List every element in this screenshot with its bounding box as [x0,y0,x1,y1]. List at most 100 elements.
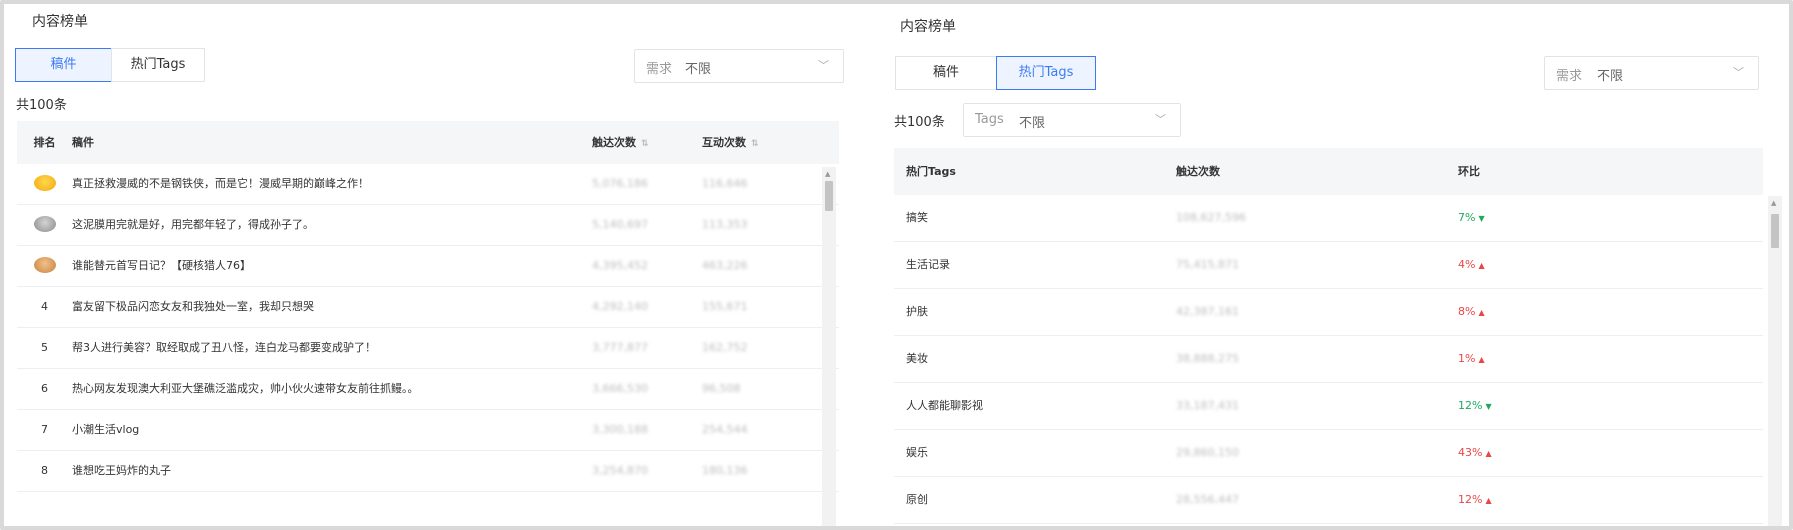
posts-table: 排名 稿件 触达次数 ⇅ 互动次数 ⇅ 真正拯救漫威的不是钢铁侠，而是它！漫威早期的… [17,121,839,492]
scrollbar[interactable]: ▲ [1768,196,1782,526]
rank-cell: 8 [17,451,72,491]
table-row[interactable]: 7 小潮生活vlog 3,300,188 254,544 [17,410,839,451]
post-title[interactable]: 富友留下极品闪恋女友和我独处一室，我却只想哭 [72,287,592,327]
ratio-cell: 7% ▼ [1458,195,1718,241]
reach-value: 3,300,188 [592,423,648,436]
table-row[interactable]: 6 热心网友发现澳大利亚大堡礁泛滥成灾，帅小伙火速带女友前往抓鳗。。 3,666,5… [17,369,839,410]
tags-filter-label: Tags [975,112,1004,127]
chevron-down-icon: ﹀ [1155,113,1166,126]
col-reach: 触达次数 [1176,165,1220,178]
ratio-cell: 12% ▼ [1458,383,1718,429]
reach-value: 4,395,452 [592,259,648,272]
rank-cell [17,164,72,204]
reach-value: 42,387,161 [1176,305,1239,318]
ratio-cell: 12% ▲ [1458,477,1718,523]
tab-hot-tags[interactable]: 热门Tags [111,48,205,82]
post-title[interactable]: 帮3人进行美容？取经取成了丑八怪，连白龙马都要变成驴了！ [72,328,592,368]
table-body: 搞笑 108,627,596 7% ▼ 生活记录 75,415,871 4% ▲ 护肤 42,38… [894,195,1763,524]
table-header: 排名 稿件 触达次数 ⇅ 互动次数 ⇅ [17,121,839,164]
tab-switcher: 稿件 热门Tags [15,48,205,82]
need-filter-select[interactable]: 需求 不限 ﹀ [634,49,844,83]
tab-posts[interactable]: 稿件 [15,48,112,82]
ratio-value: 7% [1458,211,1476,224]
interactions-value: 180,136 [702,464,748,477]
reach-value: 3,777,877 [592,341,648,354]
col-interactions-label: 互动次数 [702,136,746,149]
sort-icon[interactable]: ⇅ [751,139,759,149]
col-reach-label: 触达次数 [592,136,636,149]
ratio-cell: 43% ▲ [1458,430,1718,476]
tab-posts[interactable]: 稿件 [895,56,997,90]
reach-value: 5,076,186 [592,177,648,190]
table-row[interactable]: 搞笑 108,627,596 7% ▼ [894,195,1763,242]
rank-number: 6 [41,382,48,395]
trend-up-icon: ▲ [1478,308,1485,317]
post-title[interactable]: 热心网友发现澳大利亚大堡礁泛滥成灾，帅小伙火速带女友前往抓鳗。。 [72,369,592,409]
post-title[interactable]: 这泥膜用完就是好，用完都年轻了，得成孙子了。 [72,205,592,245]
trend-down-icon: ▼ [1478,214,1485,223]
reach-value: 4,292,140 [592,300,648,313]
table-row[interactable]: 真正拯救漫威的不是钢铁侠，而是它！漫威早期的巅峰之作！ 5,076,186 116,… [17,164,839,205]
scroll-up-icon[interactable]: ▲ [1771,199,1776,207]
col-interactions[interactable]: 互动次数 ⇅ [702,121,807,164]
scrollbar-thumb[interactable] [1771,214,1779,248]
table-row[interactable]: 美妆 38,888,275 1% ▲ [894,336,1763,383]
tag-name[interactable]: 生活记录 [894,242,1176,288]
scroll-up-icon[interactable]: ▲ [825,170,830,178]
need-filter-value: 不限 [685,62,712,77]
table-row[interactable]: 原创 28,556,447 12% ▲ [894,477,1763,524]
tag-name[interactable]: 护肤 [894,289,1176,335]
rank-cell: 4 [17,287,72,327]
interactions-value: 96,508 [702,382,741,395]
reach-value: 29,860,150 [1176,446,1239,459]
table-row[interactable]: 这泥膜用完就是好，用完都年轻了，得成孙子了。 5,140,697 113,353 [17,205,839,246]
tags-filter-select[interactable]: Tags 不限 ﹀ [963,103,1181,137]
table-row[interactable]: 护肤 42,387,161 8% ▲ [894,289,1763,336]
tag-name[interactable]: 美妆 [894,336,1176,382]
tag-name[interactable]: 搞笑 [894,195,1176,241]
interactions-value: 155,671 [702,300,748,313]
reach-value: 38,888,275 [1176,352,1239,365]
post-title[interactable]: 谁想吃王妈炸的丸子 [72,451,592,491]
tag-name[interactable]: 原创 [894,477,1176,523]
tab-hot-tags[interactable]: 热门Tags [996,56,1096,90]
table-row[interactable]: 人人都能聊影视 33,187,431 12% ▼ [894,383,1763,430]
table-header: 热门Tags 触达次数 环比 [894,148,1763,195]
interactions-value: 463,226 [702,259,748,272]
reach-value: 28,556,447 [1176,493,1239,506]
table-row[interactable]: 8 谁想吃王妈炸的丸子 3,254,870 180,136 [17,451,839,492]
scrollbar-thumb[interactable] [825,181,833,211]
col-reach[interactable]: 触达次数 ⇅ [592,121,702,164]
need-filter-select[interactable]: 需求 不限 ﹀ [1544,56,1759,90]
content-ranking-panel-tags: 内容榜单 稿件 热门Tags 需求 不限 ﹀ 共100条 Tags 不限 ﹀ 热… [870,0,1785,526]
table-row[interactable]: 娱乐 29,860,150 43% ▲ [894,430,1763,477]
reach-value: 3,254,870 [592,464,648,477]
scrollbar[interactable]: ▲ [822,167,836,526]
post-title[interactable]: 小潮生活vlog [72,410,592,450]
ratio-value: 8% [1458,305,1476,318]
need-filter-label: 需求 [1556,69,1583,84]
ratio-cell: 4% ▲ [1458,242,1718,288]
table-row[interactable]: 谁能替元首写日记？【硬核猎人76】 4,395,452 463,226 [17,246,839,287]
tag-name[interactable]: 娱乐 [894,430,1176,476]
table-row[interactable]: 4 富友留下极品闪恋女友和我独处一室，我却只想哭 4,292,140 155,671 [17,287,839,328]
reach-value: 33,187,431 [1176,399,1239,412]
post-title[interactable]: 真正拯救漫威的不是钢铁侠，而是它！漫威早期的巅峰之作！ [72,164,592,204]
tag-name[interactable]: 人人都能聊影视 [894,383,1176,429]
ratio-cell: 8% ▲ [1458,289,1718,335]
table-row[interactable]: 生活记录 75,415,871 4% ▲ [894,242,1763,289]
content-ranking-panel-posts: 内容榜单 稿件 热门Tags 需求 不限 ﹀ 共100条 排名 稿件 触达次数 ⇅… [4,0,844,526]
post-title[interactable]: 谁能替元首写日记？【硬核猎人76】 [72,246,592,286]
trend-up-icon: ▲ [1478,355,1485,364]
table-row[interactable]: 5 帮3人进行美容？取经取成了丑八怪，连白龙马都要变成驴了！ 3,777,877 16… [17,328,839,369]
trend-up-icon: ▲ [1478,261,1485,270]
total-count: 共100条 [16,98,67,113]
ratio-value: 1% [1458,352,1476,365]
sort-icon[interactable]: ⇅ [641,139,649,149]
reach-value: 108,627,596 [1176,211,1246,224]
tab-switcher: 稿件 热门Tags [895,56,1096,90]
interactions-value: 113,353 [702,218,748,231]
total-count: 共100条 [894,115,945,130]
rank-number: 8 [41,464,48,477]
col-rank: 排名 [33,136,56,149]
